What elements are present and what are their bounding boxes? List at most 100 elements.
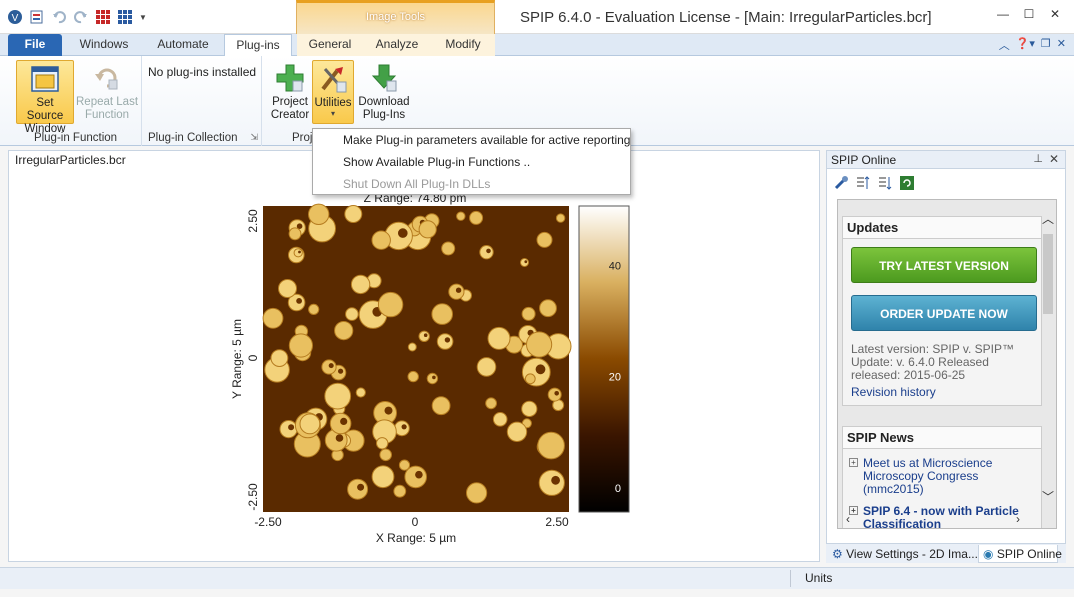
particle <box>398 459 411 471</box>
particle <box>466 482 488 504</box>
pin-icon[interactable]: ⊥ <box>1033 152 1043 165</box>
restore-doc-icon[interactable]: ❐ <box>1041 37 1051 53</box>
y-tick-mid: 0 <box>246 354 260 361</box>
tab-spip-online[interactable]: ◉ SPIP Online <box>978 545 1062 563</box>
utilities-button[interactable]: Utilities ▾ <box>312 60 354 124</box>
particle-hole <box>328 363 334 369</box>
particle <box>520 258 529 267</box>
news-item[interactable]: + Meet us at Microscience Microscopy Con… <box>849 457 1034 496</box>
tab-plug-ins[interactable]: Plug-ins <box>224 34 292 57</box>
particle <box>539 299 557 318</box>
menu-item-shut-down-dlls: Shut Down All Plug-In DLLs <box>343 177 491 191</box>
vertical-scrollbar[interactable]: ︿ ﹀ <box>1040 200 1056 510</box>
revision-history-link[interactable]: Revision history <box>851 385 936 399</box>
set-source-window-icon <box>31 66 59 92</box>
title-bar: V ▼ Image Tools SPIP 6.4.0 - Evaluation … <box>0 0 1074 34</box>
download-plugins-button[interactable]: Download Plug-Ins <box>356 60 412 124</box>
panel-titlebar: SPIP Online ⊥ ✕ <box>827 151 1065 169</box>
particle-hole <box>338 368 344 374</box>
project-creator-button[interactable]: Project Creator <box>266 60 314 124</box>
customize-qat-icon[interactable]: ▼ <box>138 8 148 26</box>
menu-item-make-params-available[interactable]: Make Plug-in parameters available for ac… <box>343 133 630 147</box>
undo-icon[interactable] <box>50 8 68 26</box>
close-button[interactable]: ✕ <box>1042 4 1068 24</box>
settings-tool-icon[interactable] <box>833 175 849 191</box>
particle <box>547 387 562 402</box>
scroll-up-icon[interactable]: ︿ <box>1042 210 1054 227</box>
tab-analyze[interactable]: Analyze <box>363 34 431 56</box>
no-plugins-text: No plug-ins installed <box>148 65 257 79</box>
utilities-label: Utilities <box>314 97 352 109</box>
tab-spip-online-label: SPIP Online <box>996 547 1062 561</box>
particle <box>334 321 354 341</box>
particle <box>376 437 389 450</box>
particle-hole <box>288 424 295 431</box>
repeat-last-function-button[interactable]: Repeat Last Function <box>76 60 138 124</box>
horizontal-scrollbar[interactable]: ‹ › <box>838 510 1042 528</box>
document-window: IrregularParticles.bcr Z Range: 74.80 pm… <box>8 150 820 562</box>
panel-close-icon[interactable]: ✕ <box>1049 152 1059 166</box>
scroll-down-icon[interactable]: ﹀ <box>1042 488 1054 505</box>
redo-icon[interactable] <box>72 8 90 26</box>
tab-automate[interactable]: Automate <box>146 34 220 56</box>
particle <box>418 220 437 239</box>
minimize-button[interactable]: — <box>990 4 1016 24</box>
y-tick-bottom: -2.50 <box>246 483 260 511</box>
particle <box>487 326 511 350</box>
colorbar <box>578 205 630 513</box>
particle-hole <box>554 391 559 396</box>
close-doc-icon[interactable]: ✕ <box>1057 37 1066 53</box>
project-creator-icon <box>276 64 304 92</box>
utilities-icon <box>321 67 347 93</box>
order-update-now-button[interactable]: ORDER UPDATE NOW <box>851 295 1037 331</box>
particle-hole <box>384 406 393 415</box>
particle-hole <box>357 483 365 491</box>
particle <box>329 412 352 435</box>
particle <box>456 211 466 221</box>
app-logo-icon[interactable]: V <box>6 8 24 26</box>
particle-hole <box>340 417 348 425</box>
particle <box>469 210 484 225</box>
scroll-right-icon[interactable]: › <box>1016 512 1020 526</box>
menu-item-show-available-functions[interactable]: Show Available Plug-in Functions .. <box>343 155 530 169</box>
sort-descending-icon[interactable] <box>877 175 893 191</box>
try-latest-version-button[interactable]: TRY LATEST VERSION <box>851 247 1037 283</box>
help-icon[interactable]: ❓▾ <box>1016 37 1035 53</box>
particle <box>476 357 497 377</box>
particle <box>293 248 303 258</box>
particle <box>324 382 352 410</box>
tab-windows[interactable]: Windows <box>66 34 142 56</box>
dialog-launcher-icon[interactable]: ⇲ <box>250 132 258 143</box>
set-source-window-button[interactable]: Set Source Window <box>16 60 74 135</box>
x-tick-right: 2.50 <box>545 515 569 529</box>
tab-modify[interactable]: Modify <box>431 34 495 56</box>
tab-general[interactable]: General <box>297 34 363 56</box>
particle <box>308 203 330 225</box>
particle <box>350 274 371 295</box>
particle-hole <box>335 434 344 442</box>
tab-file[interactable]: File <box>8 34 62 56</box>
particle-hole <box>432 375 436 380</box>
sort-ascending-icon[interactable] <box>855 175 871 191</box>
particle <box>262 307 284 329</box>
tab-view-settings[interactable]: ⚙ View Settings - 2D Ima... <box>832 545 980 563</box>
grid-red-icon[interactable] <box>94 8 112 26</box>
maximize-button[interactable]: ☐ <box>1016 4 1042 24</box>
open-icon[interactable] <box>28 8 46 26</box>
particle <box>521 400 538 417</box>
particle <box>538 469 565 496</box>
particle <box>345 307 359 321</box>
scroll-thumb[interactable] <box>1043 234 1053 314</box>
grid-blue-icon[interactable] <box>116 8 134 26</box>
particle <box>536 231 553 248</box>
colorbar-tick-label: 40 <box>609 261 621 273</box>
refresh-icon[interactable] <box>899 175 915 191</box>
particle <box>371 465 395 489</box>
expand-icon[interactable]: + <box>849 458 858 467</box>
repeat-last-function-label: Repeat Last Function <box>76 96 139 121</box>
minimize-ribbon-icon[interactable]: ︿ <box>999 37 1010 53</box>
particle-hole <box>296 298 302 304</box>
colorbar-tick-label: 0 <box>615 483 621 495</box>
particle <box>347 478 369 500</box>
scroll-left-icon[interactable]: ‹ <box>846 512 850 526</box>
